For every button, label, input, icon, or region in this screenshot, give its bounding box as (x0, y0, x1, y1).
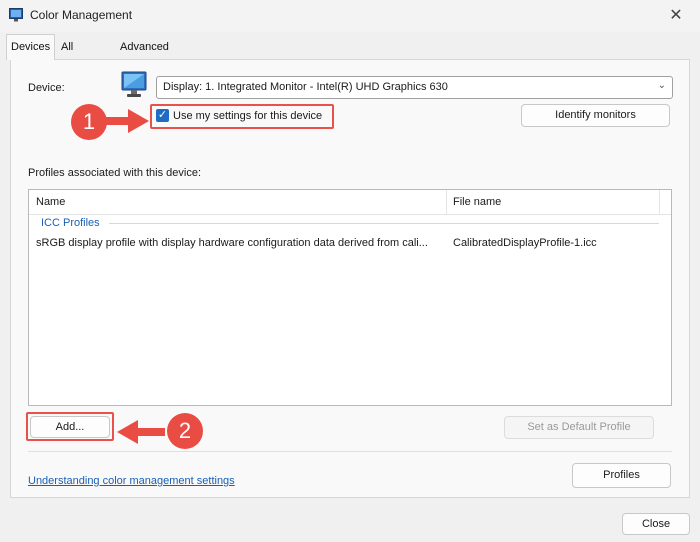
column-separator[interactable] (659, 190, 660, 215)
window-title: Color Management (30, 8, 133, 22)
profiles-list[interactable]: Name File name ICC Profiles sRGB display… (28, 189, 672, 406)
device-select-value: Display: 1. Integrated Monitor - Intel(R… (163, 81, 448, 93)
profiles-button[interactable]: Profiles (572, 463, 671, 488)
use-my-settings-checkbox[interactable]: ✓ (156, 109, 169, 122)
chevron-down-icon: ⌄ (657, 80, 666, 91)
profiles-section-label: Profiles associated with this device: (28, 167, 202, 179)
annotation-arrow-right-icon (104, 109, 149, 133)
device-select[interactable]: Display: 1. Integrated Monitor - Intel(R… (156, 76, 673, 99)
tab-advanced[interactable]: Advanced (116, 36, 173, 60)
row-file-name: CalibratedDisplayProfile-1.icc (453, 237, 597, 249)
annotation-arrow-left-icon (117, 420, 165, 444)
tab-devices[interactable]: Devices (6, 34, 56, 60)
group-header-icc-profiles: ICC Profiles (41, 217, 100, 229)
set-default-profile-button[interactable]: Set as Default Profile (504, 416, 654, 439)
window-close-icon[interactable]: ✕ (664, 4, 688, 28)
use-my-settings-label[interactable]: Use my settings for this device (173, 110, 322, 122)
column-header-file-name[interactable]: File name (453, 196, 501, 208)
list-header: Name File name (29, 190, 671, 215)
column-separator[interactable] (446, 190, 447, 215)
tab-all-profiles[interactable]: All Profiles (57, 36, 102, 75)
identify-monitors-button[interactable]: Identify monitors (521, 104, 670, 127)
table-row[interactable]: sRGB display profile with display hardwa… (29, 235, 671, 253)
column-header-name[interactable]: Name (36, 196, 65, 208)
section-divider (28, 451, 672, 452)
monitor-icon (121, 71, 147, 97)
device-label: Device: (28, 82, 65, 94)
color-management-app-icon (9, 8, 23, 22)
group-divider (109, 223, 659, 224)
understanding-color-management-link[interactable]: Understanding color management settings (28, 475, 235, 487)
add-profile-button[interactable]: Add... (30, 416, 110, 438)
close-button[interactable]: Close (622, 513, 690, 535)
dialog-footer (0, 499, 700, 542)
annotation-step-1-badge: 1 (71, 104, 107, 140)
annotation-step-2-badge: 2 (167, 413, 203, 449)
row-profile-name: sRGB display profile with display hardwa… (36, 237, 428, 249)
title-bar: Color Management ✕ (0, 0, 700, 32)
